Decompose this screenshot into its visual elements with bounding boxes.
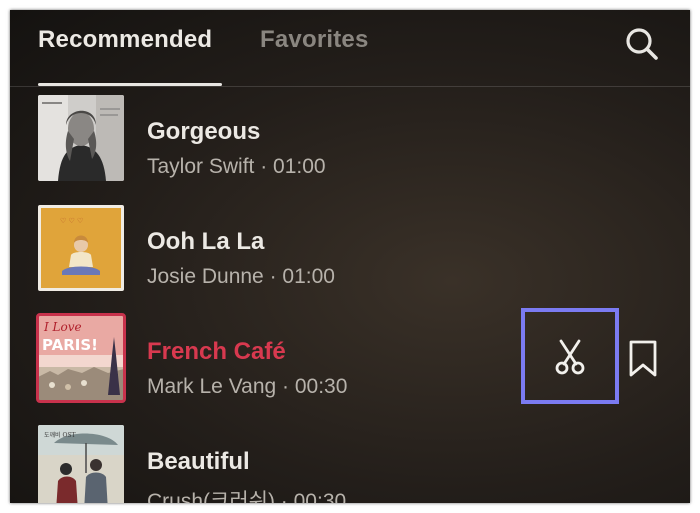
tab-recommended[interactable]: Recommended — [38, 26, 212, 54]
album-cover-ooh-la-la: ♡ ♡ ♡ — [38, 205, 124, 291]
svg-text:♡ ♡ ♡: ♡ ♡ ♡ — [60, 217, 83, 225]
cover-text-paris: PARIS! — [42, 336, 98, 354]
song-meta: Mark Le Vang · 00:30 — [147, 375, 348, 398]
tab-divider — [10, 86, 690, 87]
song-title: French Café — [147, 338, 286, 365]
cover-text-i-love: I Love — [43, 320, 82, 334]
search-icon — [626, 28, 658, 60]
svg-text:도깨비 OST: 도깨비 OST — [44, 431, 76, 439]
album-cover-french-cafe: I Love PARIS! — [36, 313, 126, 403]
song-row-beautiful[interactable]: 도깨비 OST Beautiful Crush(크러쉬) · 00:30 — [10, 418, 690, 503]
music-picker-panel: Recommended Favorites Gorgeous Taylor Sw… — [10, 10, 690, 503]
song-row-gorgeous[interactable]: Gorgeous Taylor Swift · 01:00 — [10, 88, 690, 198]
song-meta: Taylor Swift · 01:00 — [147, 155, 326, 178]
tab-bar: Recommended Favorites — [10, 10, 690, 88]
album-cover-gorgeous — [38, 95, 124, 181]
song-meta: Josie Dunne · 01:00 — [147, 265, 335, 288]
search-button[interactable] — [622, 24, 662, 64]
song-title: Ooh La La — [147, 228, 265, 255]
song-title: Beautiful — [147, 448, 250, 475]
trim-button[interactable] — [521, 308, 619, 404]
song-meta: Crush(크러쉬) · 00:30 — [147, 490, 347, 503]
tab-favorites[interactable]: Favorites — [260, 26, 369, 54]
song-row-ooh-la-la[interactable]: ♡ ♡ ♡ Ooh La La Josie Dunne · 01:00 — [10, 198, 690, 308]
song-title: Gorgeous — [147, 118, 261, 145]
scissors-icon — [555, 339, 585, 375]
album-cover-beautiful: 도깨비 OST — [38, 425, 124, 503]
bookmark-button[interactable] — [628, 340, 658, 378]
bookmark-icon — [629, 340, 657, 377]
